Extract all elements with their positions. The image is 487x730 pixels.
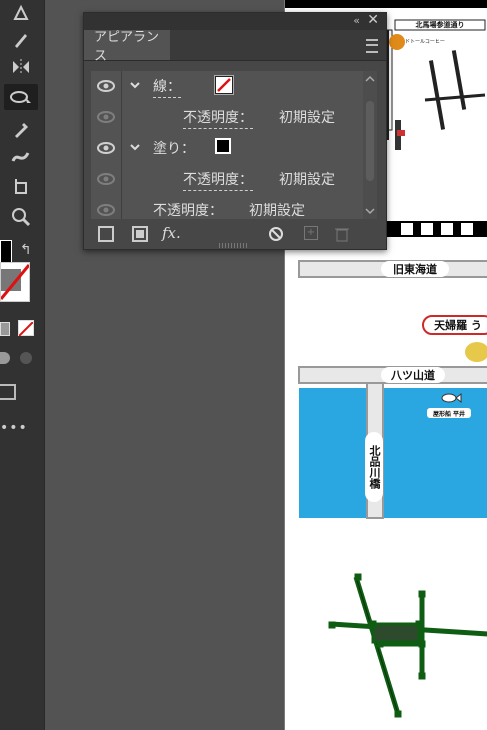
map-label-shop: ドトールコーヒー <box>405 39 445 45</box>
fill-label[interactable]: 塗り： <box>153 138 195 158</box>
opacity-value: 初期設定 <box>279 110 335 126</box>
add-stroke-icon[interactable] <box>98 226 114 242</box>
draw-behind-icon[interactable] <box>20 352 32 364</box>
duplicate-item-icon: + <box>304 226 318 240</box>
visibility-eye-icon[interactable] <box>97 79 115 93</box>
panel-bottom-bar: fx. + <box>84 219 386 249</box>
none-mode-icon[interactable] <box>18 320 34 337</box>
stroke-swatch[interactable] <box>0 262 31 302</box>
screen-mode-icon[interactable] <box>0 384 16 400</box>
panel-menu-icon[interactable] <box>366 39 378 53</box>
scroll-down-icon[interactable] <box>363 205 377 217</box>
stroke-opacity-row[interactable]: 不透明度： 初期設定 <box>91 102 363 133</box>
appearance-list: 線： 不透明度： 初期設定 塗り： 不透明度： 初期設定 不透明度： 初期設定 <box>91 71 377 219</box>
zoom-tool-icon[interactable] <box>4 204 38 230</box>
delete-item-icon <box>335 228 349 242</box>
color-mode-icon[interactable] <box>0 322 10 336</box>
draw-mode-icon[interactable] <box>0 352 10 364</box>
opacity-value: 初期設定 <box>249 203 305 219</box>
collapse-panel-icon[interactable]: « <box>353 14 360 27</box>
brush-tool-icon[interactable] <box>4 26 38 52</box>
road-label-kyutokaido: 旧東海道 <box>381 261 449 277</box>
reflect-tool-icon[interactable] <box>4 54 38 80</box>
fill-swatch-black[interactable] <box>215 138 231 154</box>
visibility-eye-icon[interactable] <box>97 110 115 124</box>
boat-label: 屋形船 平井 <box>427 408 471 418</box>
add-fill-icon[interactable] <box>132 226 148 242</box>
visibility-eye-icon[interactable] <box>97 141 115 155</box>
resize-grip[interactable] <box>219 243 249 248</box>
more-tools-icon[interactable]: ••• <box>0 420 28 436</box>
opacity-value: 初期設定 <box>279 172 335 188</box>
fx-icon[interactable]: fx. <box>162 224 181 242</box>
map-label-top-street: 北馬場参道通り <box>415 21 465 29</box>
opacity-label[interactable]: 不透明度： <box>183 107 253 129</box>
bridge-label: 北品川橋 <box>365 432 383 502</box>
stroke-row[interactable]: 線： <box>91 71 363 102</box>
visibility-eye-icon[interactable] <box>97 203 115 217</box>
visibility-eye-icon[interactable] <box>97 172 115 186</box>
tempura-label: 天婦羅 う <box>434 319 482 332</box>
stroke-label[interactable]: 線： <box>153 76 181 98</box>
fill-opacity-row[interactable]: 不透明度： 初期設定 <box>91 164 363 195</box>
close-panel-icon[interactable]: ✕ <box>367 12 379 28</box>
scrollbar[interactable] <box>363 71 377 219</box>
object-opacity-row[interactable]: 不透明度： 初期設定 <box>91 195 363 219</box>
swap-fill-stroke-icon[interactable]: ↰ <box>20 242 32 258</box>
chevron-down-icon[interactable] <box>129 141 141 153</box>
eyedropper-tool-icon[interactable] <box>4 116 38 142</box>
scroll-up-icon[interactable] <box>363 73 377 85</box>
pen-tool-icon[interactable] <box>4 0 38 26</box>
fill-row[interactable]: 塗り： <box>91 133 363 164</box>
appearance-panel: « ✕ アピアランス 線： 不透明度： 初期設定 塗り： 不透明度： 初期設定 … <box>83 12 387 250</box>
opacity-label[interactable]: 不透明度： <box>153 200 223 219</box>
scroll-thumb[interactable] <box>366 101 374 181</box>
stroke-swatch-none-icon[interactable] <box>215 76 233 94</box>
chevron-down-icon[interactable] <box>129 79 141 91</box>
width-tool-icon[interactable] <box>4 84 38 110</box>
road-label-yatsuyama: 八ツ山道 <box>381 367 445 383</box>
tab-appearance[interactable]: アピアランス <box>84 30 170 64</box>
tools-panel: ↰ ••• <box>0 0 45 730</box>
clear-appearance-icon[interactable] <box>268 226 284 242</box>
artboard-tool-icon[interactable] <box>4 174 38 200</box>
opacity-label[interactable]: 不透明度： <box>183 169 253 191</box>
blend-tool-icon[interactable] <box>4 144 38 170</box>
